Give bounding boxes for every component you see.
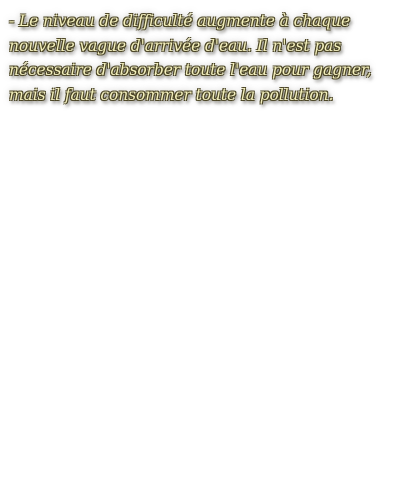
tip-text: - Le niveau de difficulté augmente à cha… xyxy=(9,12,372,104)
tip-panel: - Le niveau de difficulté augmente à cha… xyxy=(0,0,400,500)
